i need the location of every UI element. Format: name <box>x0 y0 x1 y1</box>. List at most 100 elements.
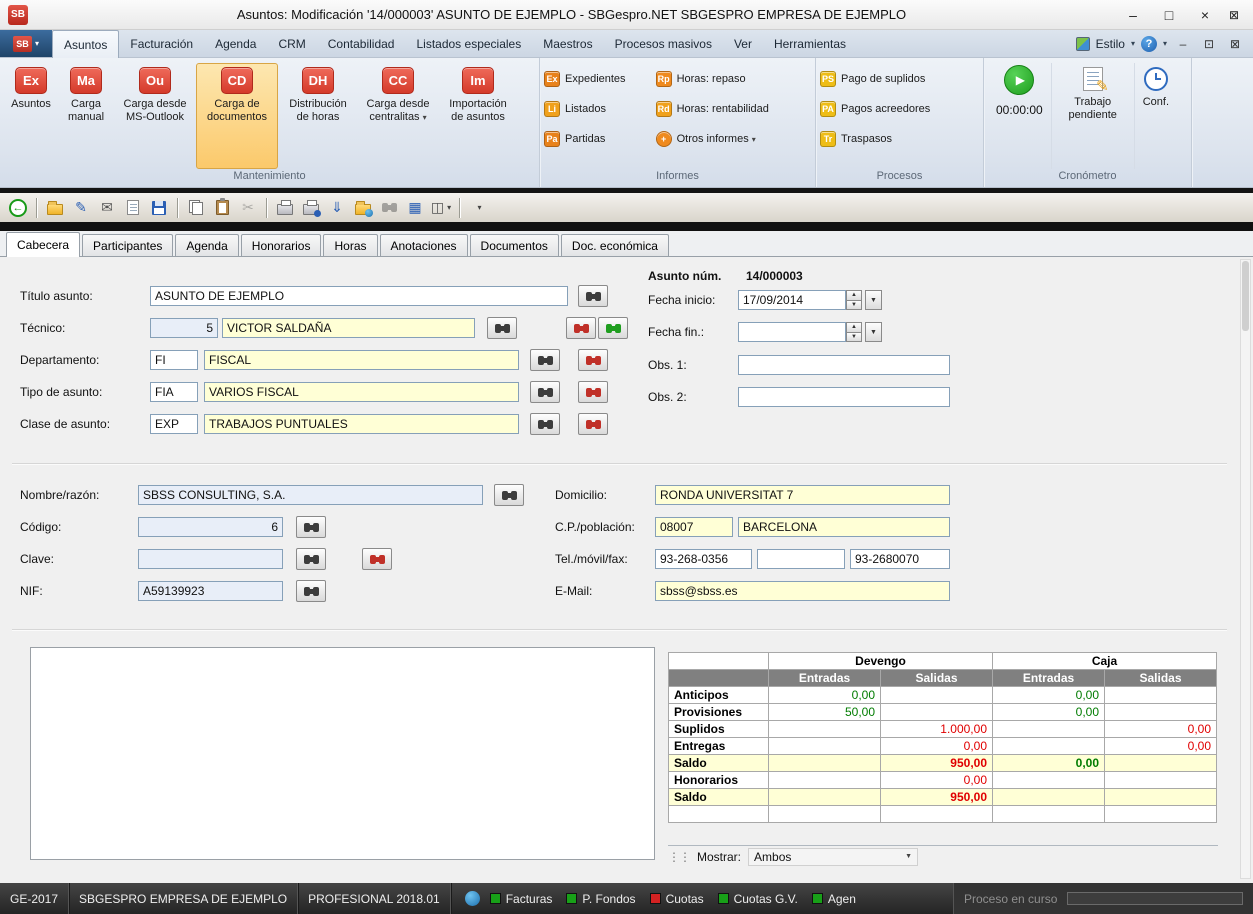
fecha-fin-calendar-button[interactable]: ▼ <box>865 322 882 342</box>
titulo-asunto-input[interactable] <box>150 286 568 306</box>
tipo-search-button[interactable] <box>530 381 560 403</box>
tecnico-search-button[interactable] <box>487 317 517 339</box>
mail-button[interactable]: ✉ <box>95 196 119 220</box>
indicator-cuotas[interactable]: Cuotas <box>650 892 704 906</box>
codigo-input[interactable] <box>138 517 283 537</box>
tab-documentos[interactable]: Documentos <box>470 234 559 256</box>
tecnico-nombre-input[interactable] <box>222 318 475 338</box>
departamento-search-red-button[interactable] <box>578 349 608 371</box>
mdi-restore-button[interactable]: ⊡ <box>1199 37 1219 51</box>
clave-input[interactable] <box>138 549 283 569</box>
print-button[interactable] <box>273 196 297 220</box>
ribbon-carga-documentos-button[interactable]: CD Carga de documentos <box>196 63 278 169</box>
fecha-inicio-calendar-button[interactable]: ▼ <box>865 290 882 310</box>
nif-search-button[interactable] <box>296 580 326 602</box>
tecnico-search-green-button[interactable] <box>598 317 628 339</box>
menu-tab-crm[interactable]: CRM <box>267 30 316 57</box>
table-grid-button[interactable]: ▦ <box>403 196 427 220</box>
menu-tab-procesos-masivos[interactable]: Procesos masivos <box>604 30 723 57</box>
ribbon-carga-manual-button[interactable]: Ma Carga manual <box>58 63 114 169</box>
menu-tab-agenda[interactable]: Agenda <box>204 30 267 57</box>
close-window-icon[interactable]: ⊠ <box>1223 8 1245 22</box>
vertical-scrollbar[interactable] <box>1240 259 1251 879</box>
fecha-inicio-spinner[interactable]: ▲▼ <box>846 290 862 310</box>
tab-agenda[interactable]: Agenda <box>175 234 238 256</box>
nombre-search-button[interactable] <box>494 484 524 506</box>
obs1-input[interactable] <box>738 355 950 375</box>
indicator-agenda[interactable]: Agen <box>812 892 856 906</box>
tab-anotaciones[interactable]: Anotaciones <box>380 234 468 256</box>
fecha-fin-input[interactable] <box>738 322 846 342</box>
poblacion-input[interactable] <box>738 517 950 537</box>
fecha-inicio-input[interactable] <box>738 290 846 310</box>
edit-record-button[interactable]: ✎ <box>69 196 93 220</box>
tipo-codigo-input[interactable] <box>150 382 198 402</box>
cp-input[interactable] <box>655 517 733 537</box>
preview-document-button[interactable] <box>121 196 145 220</box>
mostrar-select[interactable]: Ambos ▼ <box>748 848 918 866</box>
fax-input[interactable] <box>850 549 950 569</box>
cronometro-start-button[interactable]: ▶ 00:00:00 <box>988 63 1052 169</box>
trabajo-pendiente-button[interactable]: Trabajo pendiente <box>1052 63 1135 169</box>
tab-honorarios[interactable]: Honorarios <box>241 234 322 256</box>
menu-tab-asuntos[interactable]: Asuntos <box>52 30 119 58</box>
ribbon-distribucion-horas-button[interactable]: DH Distribución de horas <box>278 63 358 169</box>
pagos-acreedores-button[interactable]: PA Pagos acreedores <box>820 99 979 119</box>
movil-input[interactable] <box>757 549 845 569</box>
tab-doc-economica[interactable]: Doc. económica <box>561 234 669 256</box>
email-input[interactable] <box>655 581 950 601</box>
scrollbar-thumb[interactable] <box>1242 261 1249 331</box>
tipo-search-red-button[interactable] <box>578 381 608 403</box>
close-button[interactable]: × <box>1187 7 1223 23</box>
clase-codigo-input[interactable] <box>150 414 198 434</box>
tecnico-codigo-input[interactable] <box>150 318 218 338</box>
minimize-button[interactable]: – <box>1115 7 1151 23</box>
print-settings-button[interactable] <box>299 196 323 220</box>
traspasos-button[interactable]: Tr Traspasos <box>820 129 979 149</box>
maximize-button[interactable]: □ <box>1151 7 1187 23</box>
listados-button[interactable]: Li Listados <box>544 99 656 119</box>
nombre-razon-input[interactable] <box>138 485 483 505</box>
otros-informes-button[interactable]: + Otros informes ▾ <box>656 129 811 149</box>
fecha-fin-spinner[interactable]: ▲▼ <box>846 322 862 342</box>
nif-input[interactable] <box>138 581 283 601</box>
codigo-search-button[interactable] <box>296 516 326 538</box>
titulo-search-button[interactable] <box>578 285 608 307</box>
indicator-facturas[interactable]: Facturas <box>490 892 553 906</box>
tab-cabecera[interactable]: Cabecera <box>6 232 80 257</box>
ribbon-carga-outlook-button[interactable]: Ou Carga desde MS-Outlook <box>114 63 196 169</box>
obs2-input[interactable] <box>738 387 950 407</box>
telefono-input[interactable] <box>655 549 752 569</box>
horas-repaso-button[interactable]: Rp Horas: repaso <box>656 69 811 89</box>
window-layout-button[interactable]: ◫▾ <box>429 196 453 220</box>
menu-tab-herramientas[interactable]: Herramientas <box>763 30 857 57</box>
indicator-p-fondos[interactable]: P. Fondos <box>566 892 635 906</box>
menu-tab-facturacion[interactable]: Facturación <box>119 30 204 57</box>
notes-panel[interactable] <box>30 647 655 860</box>
help-icon[interactable]: ? <box>1141 36 1157 52</box>
horas-rentabilidad-button[interactable]: Rd Horas: rentabilidad <box>656 99 811 119</box>
menu-tab-contabilidad[interactable]: Contabilidad <box>317 30 406 57</box>
departamento-search-button[interactable] <box>530 349 560 371</box>
ribbon-importacion-asuntos-button[interactable]: Im Importación de asuntos <box>438 63 518 169</box>
clave-search-red-button[interactable] <box>362 548 392 570</box>
expedientes-button[interactable]: Ex Expedientes <box>544 69 656 89</box>
paste-button[interactable] <box>210 196 234 220</box>
find-button[interactable] <box>377 196 401 220</box>
menu-tab-ver[interactable]: Ver <box>723 30 763 57</box>
departamento-codigo-input[interactable] <box>150 350 198 370</box>
pago-suplidos-button[interactable]: PS Pago de suplidos <box>820 69 979 89</box>
tecnico-search-red-button[interactable] <box>566 317 596 339</box>
clase-search-red-button[interactable] <box>578 413 608 435</box>
mdi-minimize-button[interactable]: – <box>1173 37 1193 51</box>
clase-search-button[interactable] <box>530 413 560 435</box>
ribbon-asuntos-button[interactable]: Ex Asuntos <box>4 63 58 169</box>
new-folder-button[interactable] <box>43 196 67 220</box>
conf-button[interactable]: Conf. <box>1135 63 1177 169</box>
copy-button[interactable] <box>184 196 208 220</box>
export-button[interactable]: ⇓ <box>325 196 349 220</box>
search-folder-button[interactable] <box>351 196 375 220</box>
tipo-nombre-input[interactable] <box>204 382 519 402</box>
menu-tab-maestros[interactable]: Maestros <box>532 30 603 57</box>
ribbon-carga-centralitas-button[interactable]: CC Carga desde centralitas▾ <box>358 63 438 169</box>
